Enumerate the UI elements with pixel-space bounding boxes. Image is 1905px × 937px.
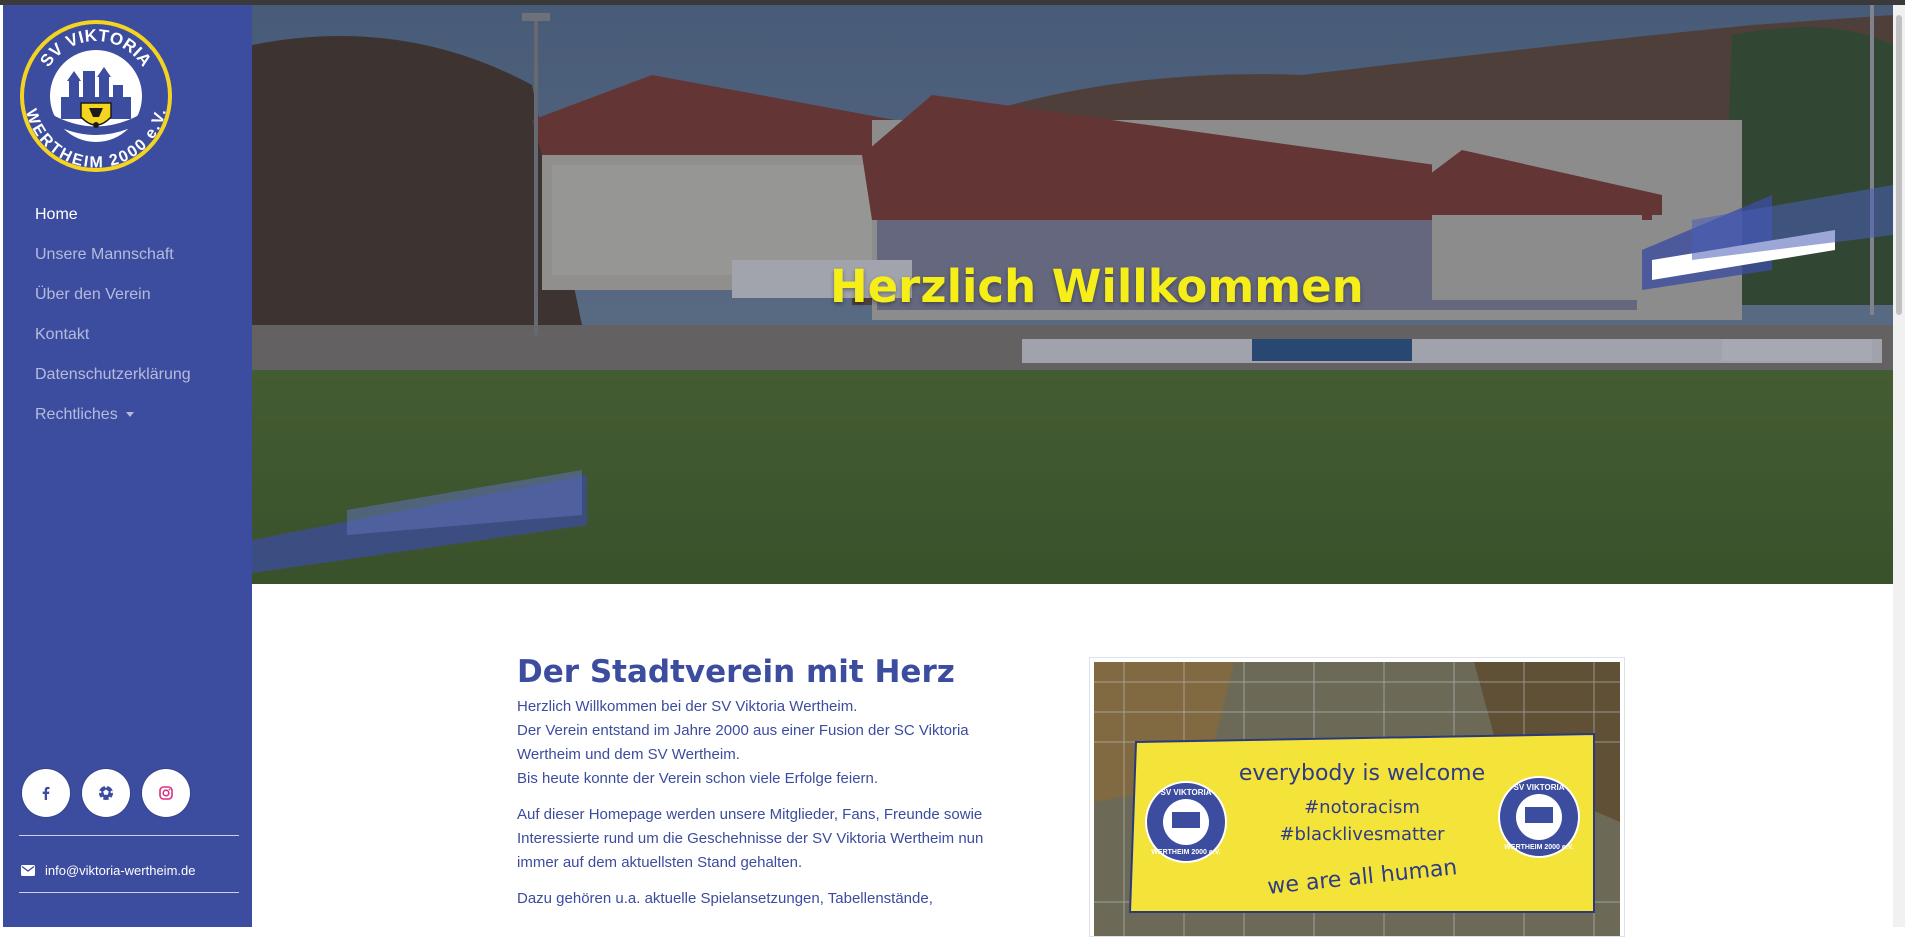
divider-bottom <box>19 892 239 893</box>
banner-line-notoracism: #notoracism <box>1304 797 1420 818</box>
football-button[interactable] <box>82 769 130 817</box>
nav-item-kontakt[interactable]: Kontakt <box>35 315 191 355</box>
intro-line: Bis heute konnte der Verein schon viele … <box>517 770 879 787</box>
hero-title: Herzlich Willkommen <box>830 260 1364 313</box>
caret-down-icon <box>125 412 134 418</box>
intro-paragraph: Herzlich Willkommen bei der SV Viktoria … <box>517 695 1027 791</box>
main-content: Der Stadtverein mit Herz Herzlich Willko… <box>517 652 1027 923</box>
badge-left-top-text: SV VIKTORIA <box>1161 788 1212 797</box>
nav-item-ueber-den-verein[interactable]: Über den Verein <box>35 275 191 315</box>
homepage-paragraph: Auf dieser Homepage werden unsere Mitgli… <box>517 806 984 871</box>
email-link[interactable]: info@viktoria-wertheim.de <box>45 863 195 878</box>
instagram-button[interactable] <box>142 769 190 817</box>
intro-line: Herzlich Willkommen bei der SV Viktoria … <box>517 698 858 715</box>
nav-item-datenschutzerklaerung[interactable]: Datenschutzerklärung <box>35 355 191 395</box>
nav-item-rechtliches[interactable]: Rechtliches <box>35 395 191 435</box>
social-links <box>22 769 190 817</box>
club-logo[interactable]: SV VIKTORIA WERTHEIM 2000 e.V. <box>19 19 173 173</box>
hero-banner: Herzlich Willkommen <box>252 5 1893 584</box>
banner-line-blacklivesmatter: #blacklivesmatter <box>1279 824 1445 845</box>
main-nav: Home Unsere Mannschaft Über den Verein K… <box>35 195 191 435</box>
badge-left-bottom-text: WERTHEIM 2000 e.V. <box>1151 849 1220 856</box>
page-scrollbar[interactable] <box>1893 5 1905 927</box>
sidebar: SV VIKTORIA WERTHEIM 2000 e.V. Home Unse… <box>3 5 252 927</box>
welcome-banner-photo: SV VIKTORIA WERTHEIM 2000 e.V. SV VIKTOR… <box>1089 657 1625 937</box>
instagram-icon <box>159 786 173 800</box>
email-contact[interactable]: info@viktoria-wertheim.de <box>21 863 195 878</box>
nav-item-unsere-mannschaft[interactable]: Unsere Mannschaft <box>35 235 191 275</box>
nav-item-home[interactable]: Home <box>35 195 191 235</box>
nav-item-rechtliches-label: Rechtliches <box>35 406 118 423</box>
envelope-icon <box>21 865 35 876</box>
intro-line: Der Verein entstand im Jahre 2000 aus ei… <box>517 722 969 763</box>
facebook-button[interactable] <box>22 769 70 817</box>
scrollbar-thumb[interactable] <box>1896 15 1902 315</box>
banner-illustration: SV VIKTORIA WERTHEIM 2000 e.V. SV VIKTOR… <box>1094 662 1620 936</box>
divider-top <box>19 835 239 836</box>
banner-line-welcome: everybody is welcome <box>1239 761 1485 786</box>
badge-right-bottom-text: WERTHEIM 2000 e.V. <box>1504 844 1573 851</box>
soccer-ball-icon <box>99 785 113 800</box>
section-heading: Der Stadtverein mit Herz <box>517 654 955 690</box>
facebook-icon <box>42 786 50 800</box>
badge-right-top-text: SV VIKTORIA <box>1514 783 1565 792</box>
contents-paragraph: Dazu gehören u.a. aktuelle Spielansetzun… <box>517 890 933 907</box>
